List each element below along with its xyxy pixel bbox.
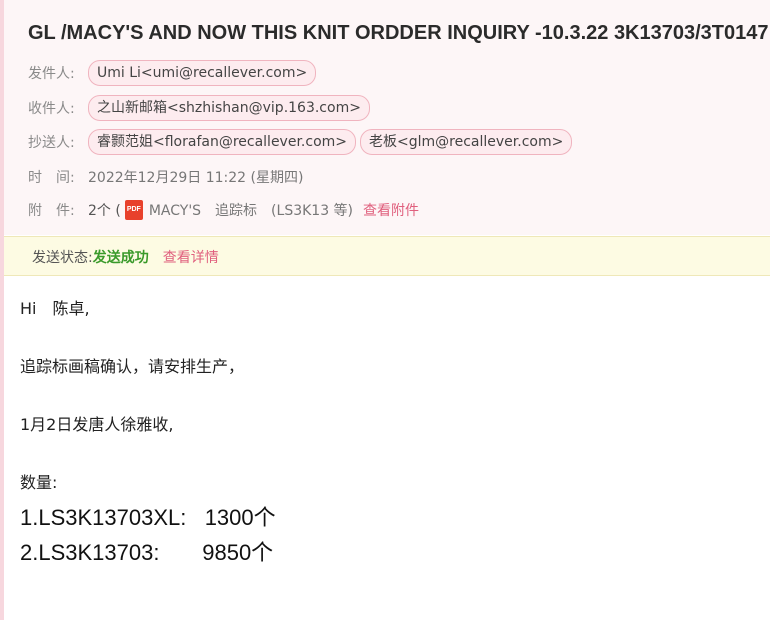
- attachment-names[interactable]: MACY'S 追踪标 (LS3K13 等): [149, 200, 353, 220]
- to-recipient-chip[interactable]: 之山新邮箱<shzhishan@vip.163.com>: [88, 95, 370, 121]
- pdf-icon: PDF: [124, 200, 143, 220]
- from-label: 发件人:: [28, 66, 75, 82]
- body-line-delivery: 1月2日发唐人徐雅收,: [20, 415, 174, 434]
- attachment-count: 2个 (: [88, 203, 121, 219]
- send-status-bar: 发送状态: 发送成功 查看详情: [4, 236, 770, 276]
- cc-recipient-chip-1[interactable]: 睿颢范姐<florafan@recallever.com>: [88, 129, 357, 155]
- sent-time: 2022年12月29日 11:22 (星期四): [88, 170, 304, 186]
- from-row: 发件人: Umi Li<umi@recallever.com>: [28, 60, 320, 86]
- body-qty-line-1: 1.LS3K13703XL: 1300个: [20, 505, 276, 530]
- send-status-value: 发送成功: [92, 250, 149, 266]
- to-row: 收件人: 之山新邮箱<shzhishan@vip.163.com>: [28, 95, 374, 121]
- body-line-confirm: 追踪标画稿确认，请安排生产，: [20, 357, 245, 376]
- to-label: 收件人:: [28, 101, 75, 117]
- time-row: 时 间: 2022年12月29日 11:22 (星期四): [28, 164, 303, 190]
- attachment-label: 附 件:: [28, 203, 75, 219]
- email-subject: GL /MACY'S AND NOW THIS KNIT ORDDER INQU…: [28, 22, 769, 44]
- cc-row: 抄送人: 睿颢范姐<florafan@recallever.com> 老板<gl…: [28, 129, 576, 155]
- from-sender-chip[interactable]: Umi Li<umi@recallever.com>: [88, 60, 317, 86]
- email-header: GL /MACY'S AND NOW THIS KNIT ORDDER INQU…: [4, 0, 770, 235]
- time-label: 时 间:: [28, 170, 75, 186]
- send-status-label: 发送状态:: [32, 250, 93, 266]
- cc-recipient-chip-2[interactable]: 老板<glm@recallever.com>: [360, 129, 573, 155]
- attachment-row: 附 件: 2个 ( PDF MACY'S 追踪标 (LS3K13 等) 查看附件: [28, 197, 419, 223]
- view-details-link[interactable]: 查看详情: [163, 247, 219, 267]
- view-attachments-link[interactable]: 查看附件: [363, 200, 419, 220]
- cc-label: 抄送人:: [28, 135, 75, 151]
- body-greeting: Hi 陈卓,: [20, 299, 90, 318]
- body-qty-line-2: 2.LS3K13703: 9850个: [20, 540, 274, 565]
- body-qty-label: 数量:: [20, 473, 58, 492]
